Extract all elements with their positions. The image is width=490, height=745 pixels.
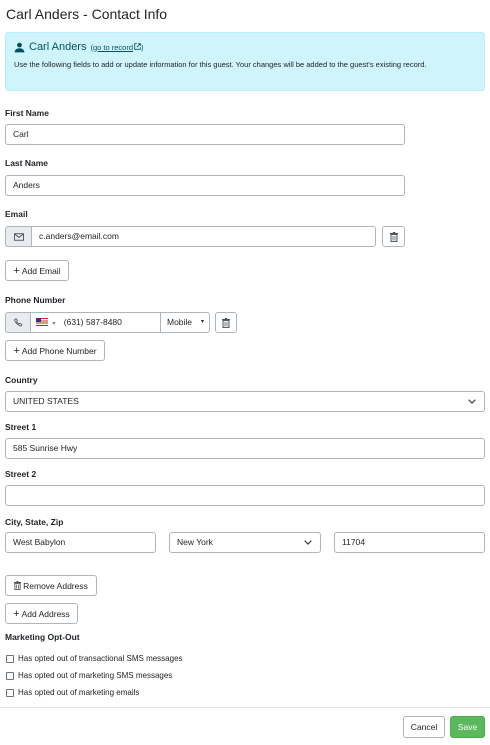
plus-icon: + (13, 607, 20, 620)
trash-icon (14, 581, 22, 590)
trash-icon (389, 231, 398, 242)
checkbox[interactable] (6, 671, 14, 680)
remove-address-button[interactable]: Remove Address (5, 575, 97, 596)
delete-email-button[interactable] (382, 226, 405, 247)
street1-input[interactable]: 585 Sunrise Hwy (5, 438, 485, 459)
envelope-icon (13, 232, 24, 241)
state-value: New York (177, 537, 213, 547)
last-name-input[interactable]: Anders (5, 175, 405, 196)
page-title: Carl Anders - Contact Info (6, 6, 168, 22)
flag-canton (36, 317, 41, 323)
cancel-button[interactable]: Cancel (403, 716, 445, 738)
marketing-optout-label: Marketing Opt-Out (5, 632, 80, 642)
phone-icon (13, 318, 22, 327)
phone-input[interactable]: ▾ (631) 587-8480 (30, 312, 161, 333)
phone-type-value: Mobile (167, 317, 193, 327)
us-flag-icon[interactable] (36, 317, 48, 326)
add-address-button[interactable]: + Add Address (5, 603, 78, 624)
checkbox-label: Has opted out of marketing emails (18, 688, 140, 697)
caret-down-icon: ▾ (200, 319, 204, 325)
checkbox[interactable] (6, 654, 14, 663)
guest-info-alert: Carl Anders (go to record) Use the follo… (5, 32, 485, 91)
add-email-button[interactable]: + Add Email (5, 260, 69, 281)
city-input[interactable]: West Babylon (5, 532, 156, 553)
delete-phone-button[interactable] (215, 312, 237, 333)
email-input[interactable]: c.anders@email.com (31, 226, 376, 247)
link-close-paren: ) (141, 42, 144, 52)
last-name-label: Last Name (5, 158, 48, 168)
checkbox-label: Has opted out of transactional SMS messa… (18, 654, 183, 663)
save-button[interactable]: Save (450, 716, 485, 738)
state-select[interactable]: New York (169, 532, 321, 553)
flag-dropdown-caret: ▾ (52, 321, 56, 327)
optout-transactional-sms[interactable]: Has opted out of transactional SMS messa… (6, 654, 183, 663)
add-phone-button[interactable]: + Add Phone Number (5, 340, 105, 361)
checkbox[interactable] (6, 688, 14, 697)
info-description: Use the following fields to add or updat… (14, 60, 427, 69)
city-state-zip-label: City, State, Zip (5, 517, 64, 527)
email-addon (5, 226, 32, 247)
country-label: Country (5, 375, 38, 385)
go-to-record-text: go to record (92, 42, 134, 52)
add-address-label: Add Address (21, 608, 70, 619)
go-to-record-link[interactable]: (go to record) (90, 43, 143, 52)
first-name-input[interactable]: Carl (5, 124, 405, 145)
email-label: Email (5, 209, 28, 219)
street1-label: Street 1 (5, 422, 37, 432)
chevron-down-icon (468, 399, 476, 404)
street2-label: Street 2 (5, 469, 37, 479)
chevron-down-icon (304, 540, 312, 545)
zip-input[interactable]: 11704 (334, 532, 485, 553)
remove-address-label: Remove Address (23, 580, 88, 591)
phone-number: (631) 587-8480 (63, 317, 122, 327)
phone-type-select[interactable]: Mobile ▾ (160, 312, 210, 333)
optout-marketing-sms[interactable]: Has opted out of marketing SMS messages (6, 671, 172, 680)
footer-divider (0, 707, 490, 708)
phone-addon (5, 312, 31, 333)
country-value: UNITED STATES (13, 396, 79, 406)
country-select[interactable]: UNITED STATES (5, 391, 485, 412)
optout-marketing-emails[interactable]: Has opted out of marketing emails (6, 688, 139, 697)
plus-icon: + (13, 344, 20, 357)
plus-icon: + (13, 264, 20, 277)
street2-input[interactable] (5, 485, 485, 506)
guest-name: Carl Anders (29, 41, 87, 53)
phone-label: Phone Number (5, 295, 66, 305)
first-name-label: First Name (5, 108, 49, 118)
add-email-label: Add Email (21, 265, 61, 276)
trash-icon (222, 317, 230, 328)
person-icon (14, 42, 25, 52)
external-link-icon (134, 42, 141, 50)
add-phone-label: Add Phone Number (21, 345, 97, 356)
checkbox-label: Has opted out of marketing SMS messages (18, 671, 173, 680)
